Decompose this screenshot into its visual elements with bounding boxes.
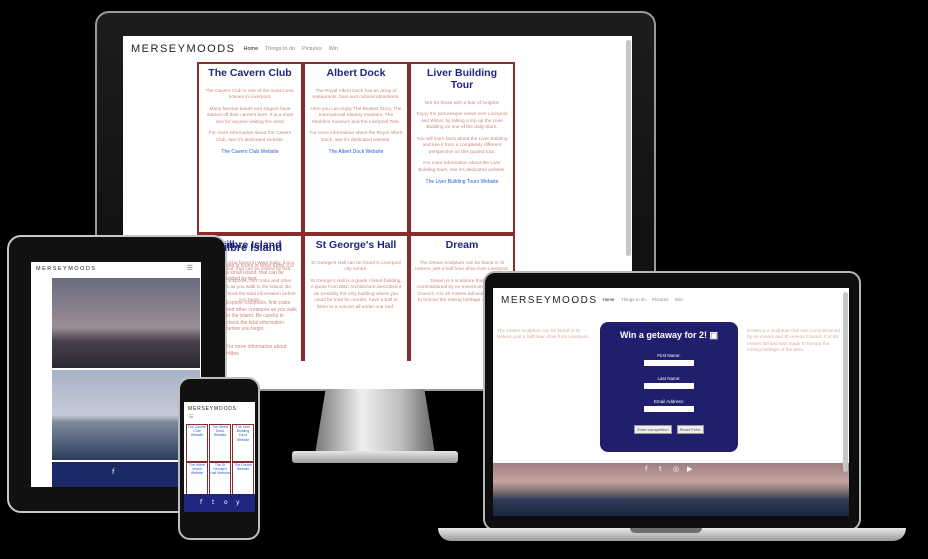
first-name-input[interactable] xyxy=(644,360,694,366)
competition-title: Win a getaway for 2! ▣ xyxy=(620,330,718,340)
desktop-nav: Home Things to do Pictures Win xyxy=(244,46,344,52)
nav-things-to-do[interactable]: Things to do xyxy=(621,297,646,302)
nav-win[interactable]: Win xyxy=(675,297,683,302)
card-title: St George's Hall xyxy=(315,239,397,251)
facebook-icon[interactable]: f xyxy=(645,465,647,473)
monitor-stand-base xyxy=(292,451,458,463)
reset-form-button[interactable]: Reset Form xyxy=(676,425,704,434)
youtube-icon[interactable]: y xyxy=(236,499,240,506)
desktop-scrollbar[interactable] xyxy=(626,40,631,256)
laptop-header: MERSEYMOODS Home Things to do Pictures W… xyxy=(493,288,849,312)
brand-logo[interactable]: MERSEYMOODS xyxy=(131,43,236,55)
phone-screen: MERSEYMOODS ☰ The Cavern Club Website Th… xyxy=(184,402,255,512)
card-text: For more information about the Royal Alb… xyxy=(309,131,403,143)
card-text: Here you can enjoy The Beatles Story, Th… xyxy=(310,106,402,125)
competition-form: Win a getaway for 2! ▣ First Name: Last … xyxy=(600,322,738,452)
card-text: St George's Hall is a grade I listed bui… xyxy=(310,278,402,310)
monitor-stand xyxy=(315,389,435,453)
tablet-text: For more information about Hilbre xyxy=(226,344,287,357)
suitcase-icon: ▣ xyxy=(709,330,718,340)
card-cavern-club: The Cavern Club The Cavern Club is one o… xyxy=(197,62,303,234)
tablet-brand[interactable]: MERSEYMOODS xyxy=(36,266,97,272)
email-label: Email Address: xyxy=(653,399,684,404)
nav-pictures[interactable]: Pictures xyxy=(302,46,322,52)
card-text: Enjoy the picturesque views over Liverpo… xyxy=(416,112,508,131)
card-text: The Cavern Club is one of the most iconi… xyxy=(205,89,295,101)
first-name-label: First Name: xyxy=(657,353,681,358)
phone-card[interactable]: The Liver Building Tours Website xyxy=(232,424,254,462)
hamburger-icon[interactable]: ☰ xyxy=(187,264,193,272)
card-liver-building: Liver Building Tour Not for those with a… xyxy=(409,62,515,234)
liverpool-skyline-photo xyxy=(52,278,200,368)
laptop-screen: MERSEYMOODS Home Things to do Pictures W… xyxy=(493,288,849,516)
email-input[interactable] xyxy=(644,406,694,412)
last-name-input[interactable] xyxy=(644,383,694,389)
card-text: The Royal Albert Dock has an array of re… xyxy=(312,89,400,101)
laptop-brand[interactable]: MERSEYMOODS xyxy=(501,295,598,306)
nav-win[interactable]: Win xyxy=(329,46,338,52)
card-title: Liver Building Tour xyxy=(426,67,497,91)
phone-hamburger-icon[interactable]: ☰ xyxy=(189,414,193,420)
phone-card[interactable]: The Cavern Club Website xyxy=(186,424,208,462)
twitter-icon[interactable]: t xyxy=(659,465,662,473)
card-text: For more information about the Liver Bui… xyxy=(418,161,506,173)
desktop-header: MERSEYMOODS Home Things to do Pictures W… xyxy=(123,36,632,62)
card-st-georges-hall: St George's Hall St George's Hall can be… xyxy=(303,234,409,361)
card-title: The Cavern Club xyxy=(208,67,292,79)
liver-building-link[interactable]: The Liver Building Tours Website xyxy=(415,179,509,185)
card-albert-dock: Albert Dock The Royal Albert Dock has an… xyxy=(303,62,409,234)
tablet-text: Explore rockpools, find crabs and other … xyxy=(226,300,297,332)
background-text: The Dream sculpture can be found in St H… xyxy=(497,328,589,340)
phone-footer: f t o y xyxy=(184,494,255,512)
card-title: Dream xyxy=(445,239,479,251)
background-text: Dream is a sculpture that was commission… xyxy=(747,328,841,353)
tablet-text: and is found in West Kirby, it is a smal… xyxy=(226,263,294,282)
tablet-cut-title: ilbre Island xyxy=(224,242,283,254)
panorama-photo: f t ◎ ▶ xyxy=(493,463,849,516)
cavern-club-link[interactable]: The Cavern Club Website xyxy=(203,149,297,155)
card-title: Albert Dock xyxy=(326,67,386,79)
last-name-label: Last Name: xyxy=(657,376,681,381)
card-text: Many famous bands and singers have start… xyxy=(206,106,294,125)
twitter-icon[interactable]: t xyxy=(212,499,214,506)
nav-home[interactable]: Home xyxy=(603,297,615,302)
instagram-icon[interactable]: ◎ xyxy=(673,465,679,473)
laptop-notch xyxy=(630,528,702,533)
laptop-nav: Home Things to do Pictures Win xyxy=(603,297,688,303)
nav-home[interactable]: Home xyxy=(244,46,259,52)
phone-brand[interactable]: MERSEYMOODS xyxy=(188,406,237,412)
enter-competition-button[interactable]: Enter competition xyxy=(634,425,672,434)
card-text: For more information about the Cavern Cl… xyxy=(208,131,292,143)
instagram-icon[interactable]: o xyxy=(224,499,228,506)
card-text: Not for those with a fear of heights! xyxy=(424,101,500,106)
facebook-icon[interactable]: f xyxy=(112,468,114,476)
albert-dock-link[interactable]: The Albert Dock Website xyxy=(309,149,403,155)
card-text: St George's Hall can be found in Liverpo… xyxy=(311,261,401,273)
phone-card[interactable]: The Albert Dock Website xyxy=(209,424,231,462)
nav-pictures[interactable]: Pictures xyxy=(652,297,668,302)
laptop-scrollbar[interactable] xyxy=(843,292,848,472)
youtube-icon[interactable]: ▶ xyxy=(687,465,692,473)
card-text: You will learn facts about the Liver Bui… xyxy=(416,136,508,155)
facebook-icon[interactable]: f xyxy=(200,499,202,506)
nav-things-to-do[interactable]: Things to do xyxy=(265,46,295,52)
tablet-screen: MERSEYMOODS ☰ f xyxy=(31,262,201,487)
tablet-header: MERSEYMOODS ☰ xyxy=(31,262,201,276)
